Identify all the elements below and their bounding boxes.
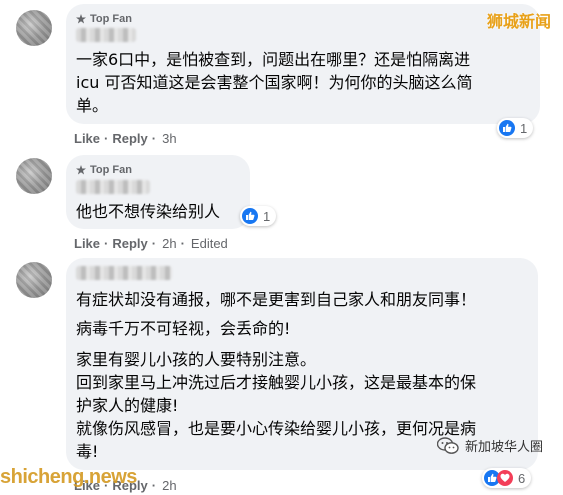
comment-text-line: 家里有婴儿小孩的人要特别注意。: [76, 350, 317, 369]
love-icon: [497, 470, 513, 486]
comment-text-line: icu 可否知道这是会害整个国家啊！为何你的头脑这么简: [76, 73, 473, 92]
comment-actions: Like · Reply · 2h · Edited: [74, 236, 228, 251]
top-fan-badge: Top Fan: [76, 163, 132, 177]
comment-actions: Like · Reply · 3h: [74, 131, 177, 146]
separator-dot: ·: [151, 236, 157, 251]
avatar[interactable]: [16, 158, 52, 194]
reply-link[interactable]: Reply: [112, 131, 147, 146]
top-fan-badge: Top Fan: [76, 12, 132, 26]
comment-text-line: 就像伤风感冒，也是要小心传染给婴儿小孩，更何况是病: [76, 419, 477, 438]
like-link[interactable]: Like: [74, 236, 100, 251]
wechat-icon: [436, 436, 459, 454]
top-fan-icon: [76, 14, 86, 24]
separator-dot: ·: [151, 131, 157, 146]
comment-text-line: 回到家里马上冲洗过后才接触婴儿小孩，这是最基本的保: [76, 373, 477, 392]
wechat-account-name: 新加坡华人圈: [464, 440, 543, 455]
comment-text-line: 单。: [76, 96, 109, 115]
top-fan-icon: [76, 165, 86, 175]
avatar[interactable]: [16, 262, 52, 298]
comment-text-line: 有症状却没有通报，哪不是更害到自己家人和朋友同事！: [76, 290, 477, 309]
thumbs-up-icon: [242, 208, 258, 224]
watermark-logo-top: 狮城新闻: [486, 12, 551, 31]
like-link[interactable]: Like: [74, 131, 100, 146]
comment-bubble: Top Fan 一家6口中，是怕被查到，问题出在哪里？还是怕隔离进 icu 可否…: [66, 4, 540, 124]
comment-text-line: 病毒千万不可轻视，会丢命的!: [76, 319, 291, 338]
comment-text-line: 护家人的健康!: [76, 396, 179, 415]
reaction-count: 6: [518, 470, 526, 486]
reaction-count-pill[interactable]: 1: [497, 118, 534, 138]
reply-link[interactable]: Reply: [112, 236, 147, 251]
separator-dot: ·: [151, 478, 157, 493]
timestamp[interactable]: 2h: [162, 236, 176, 251]
timestamp[interactable]: 3h: [162, 131, 176, 146]
wechat-watermark: 新加坡华人圈: [436, 436, 543, 455]
reaction-count-pill[interactable]: 1: [240, 206, 277, 226]
watermark-site: shicheng.news: [0, 466, 137, 488]
commenter-name-blurred[interactable]: [76, 266, 172, 280]
reaction-count-pill[interactable]: 6: [482, 468, 532, 488]
comment-text-line: 一家6口中，是怕被查到，问题出在哪里？还是怕隔离进: [76, 50, 471, 69]
reaction-count: 1: [520, 120, 528, 136]
comment-bubble: Top Fan 他也不想传染给别人: [66, 155, 250, 229]
separator-dot: ·: [104, 131, 109, 146]
commenter-name-blurred[interactable]: [76, 180, 150, 194]
thumbs-up-icon: [499, 120, 515, 136]
reaction-count: 1: [263, 208, 271, 224]
top-fan-label: Top Fan: [90, 13, 132, 25]
avatar[interactable]: [16, 10, 52, 46]
separator-dot: ·: [180, 236, 185, 251]
edited-label[interactable]: Edited: [191, 236, 228, 251]
top-fan-label: Top Fan: [90, 164, 132, 176]
separator-dot: ·: [104, 236, 109, 251]
commenter-name-blurred[interactable]: [76, 28, 136, 42]
comment-text-line: 毒!: [76, 442, 99, 461]
timestamp[interactable]: 2h: [162, 478, 176, 493]
comment-text-line: 他也不想传染给别人: [76, 202, 221, 221]
